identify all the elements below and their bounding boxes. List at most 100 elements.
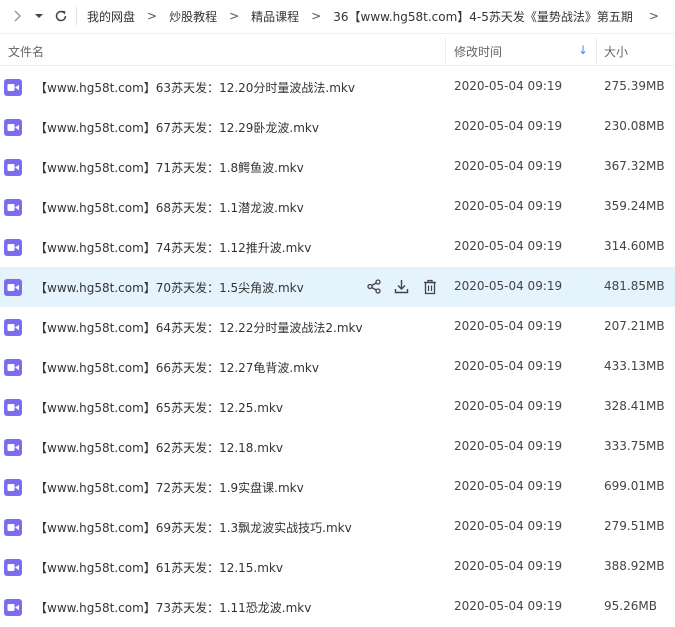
video-file-icon <box>4 199 22 216</box>
file-modified-time: 2020-05-04 09:19 <box>454 79 563 93</box>
breadcrumb-item[interactable]: 精品课程 <box>247 8 303 25</box>
file-size: 367.32MB <box>604 159 665 173</box>
file-size: 207.21MB <box>604 319 665 333</box>
file-row[interactable]: 【www.hg58t.com】63苏天发：12.20分时量波战法.mkv 2020… <box>0 67 675 107</box>
file-size: 230.08MB <box>604 119 665 133</box>
file-row[interactable]: 【www.hg58t.com】68苏天发：1.1潜龙波.mkv 2020-05-0… <box>0 187 675 227</box>
file-row[interactable]: 【www.hg58t.com】61苏天发：12.15.mkv 2020-05-04… <box>0 547 675 587</box>
share-button[interactable] <box>365 277 382 296</box>
file-name[interactable]: 【www.hg58t.com】74苏天发：1.12推升波.mkv <box>35 239 311 256</box>
file-row[interactable]: 【www.hg58t.com】74苏天发：1.12推升波.mkv 2020-05-… <box>0 227 675 267</box>
file-row[interactable]: 【www.hg58t.com】66苏天发：12.27龟背波.mkv 2020-05… <box>0 347 675 387</box>
file-row[interactable]: 【www.hg58t.com】62苏天发：12.18.mkv 2020-05-04… <box>0 427 675 467</box>
video-file-icon <box>4 559 22 576</box>
file-size: 275.39MB <box>604 79 665 93</box>
breadcrumb-item[interactable]: 炒股教程 <box>165 8 221 25</box>
file-row[interactable]: 【www.hg58t.com】73苏天发：1.11恐龙波.mkv 2020-05-… <box>0 587 675 627</box>
video-file-icon <box>4 79 22 96</box>
column-header-time[interactable]: 修改时间 <box>454 43 502 60</box>
file-name[interactable]: 【www.hg58t.com】65苏天发：12.25.mkv <box>35 399 283 416</box>
file-size: 328.41MB <box>604 399 665 413</box>
breadcrumb-separator: > <box>229 9 240 23</box>
file-modified-time: 2020-05-04 09:19 <box>454 119 563 133</box>
download-button[interactable] <box>393 277 410 296</box>
file-row[interactable]: 【www.hg58t.com】69苏天发：1.3飘龙波实战技巧.mkv 2020-… <box>0 507 675 547</box>
column-header-name[interactable]: 文件名 <box>8 43 44 60</box>
file-size: 314.60MB <box>604 239 665 253</box>
file-name[interactable]: 【www.hg58t.com】66苏天发：12.27龟背波.mkv <box>35 359 319 376</box>
file-row[interactable]: 【www.hg58t.com】64苏天发：12.22分时量波战法2.mkv 202… <box>0 307 675 347</box>
file-name[interactable]: 【www.hg58t.com】67苏天发：12.29卧龙波.mkv <box>35 119 319 136</box>
file-row[interactable]: 【www.hg58t.com】70苏天发：1.5尖角波.mkv 2020-05-0… <box>0 267 675 307</box>
file-name[interactable]: 【www.hg58t.com】72苏天发：1.9实盘课.mkv <box>35 479 304 496</box>
share-icon <box>366 279 381 294</box>
video-file-icon <box>4 119 22 136</box>
delete-button[interactable] <box>421 277 438 296</box>
video-file-icon <box>4 599 22 616</box>
column-header-size[interactable]: 大小 <box>604 43 628 60</box>
file-row[interactable]: 【www.hg58t.com】65苏天发：12.25.mkv 2020-05-04… <box>0 387 675 427</box>
file-name[interactable]: 【www.hg58t.com】62苏天发：12.18.mkv <box>35 439 283 456</box>
refresh-button[interactable] <box>50 0 72 32</box>
file-size: 359.24MB <box>604 199 665 213</box>
column-divider[interactable] <box>445 38 446 64</box>
breadcrumb-item[interactable]: 我的网盘 <box>83 8 139 25</box>
video-file-icon <box>4 359 22 376</box>
video-file-icon <box>4 399 22 416</box>
file-modified-time: 2020-05-04 09:19 <box>454 399 563 413</box>
file-list: 【www.hg58t.com】63苏天发：12.20分时量波战法.mkv 2020… <box>0 67 675 627</box>
file-size: 388.92MB <box>604 559 665 573</box>
file-name[interactable]: 【www.hg58t.com】61苏天发：12.15.mkv <box>35 559 283 576</box>
file-modified-time: 2020-05-04 09:19 <box>454 559 563 573</box>
video-file-icon <box>4 519 22 536</box>
video-file-icon <box>4 279 22 296</box>
file-name[interactable]: 【www.hg58t.com】71苏天发：1.8鳄鱼波.mkv <box>35 159 304 176</box>
chevron-right-icon <box>14 10 21 22</box>
video-file-icon <box>4 239 22 256</box>
file-modified-time: 2020-05-04 09:19 <box>454 439 563 453</box>
history-dropdown-button[interactable] <box>28 0 50 32</box>
file-modified-time: 2020-05-04 09:19 <box>454 199 563 213</box>
file-size: 279.51MB <box>604 519 665 533</box>
forward-button[interactable] <box>6 0 28 32</box>
breadcrumb-separator: > <box>311 9 322 23</box>
column-divider[interactable] <box>596 38 597 64</box>
toolbar-divider <box>76 7 77 25</box>
file-row[interactable]: 【www.hg58t.com】72苏天发：1.9实盘课.mkv 2020-05-0… <box>0 467 675 507</box>
file-row[interactable]: 【www.hg58t.com】67苏天发：12.29卧龙波.mkv 2020-05… <box>0 107 675 147</box>
breadcrumb-expand-arrow[interactable]: > <box>641 9 667 23</box>
video-file-icon <box>4 479 22 496</box>
file-list-header: 文件名 修改时间 ↓ 大小 <box>0 33 675 66</box>
file-name[interactable]: 【www.hg58t.com】63苏天发：12.20分时量波战法.mkv <box>35 79 355 96</box>
file-name[interactable]: 【www.hg58t.com】70苏天发：1.5尖角波.mkv <box>35 279 304 296</box>
navigation-bar: 我的网盘 > 炒股教程 > 精品课程 >36【www.hg58t.com】4-5苏天发《量… <box>0 0 675 32</box>
file-name[interactable]: 【www.hg58t.com】68苏天发：1.1潜龙波.mkv <box>35 199 304 216</box>
trash-icon <box>423 279 436 294</box>
video-file-icon <box>4 159 22 176</box>
breadcrumb: 我的网盘 > 炒股教程 > 精品课程 >36【www.hg58t.com】4-5苏天发《量… <box>83 8 637 25</box>
file-size: 95.26MB <box>604 599 657 613</box>
file-size: 433.13MB <box>604 359 665 373</box>
file-modified-time: 2020-05-04 09:19 <box>454 239 563 253</box>
refresh-icon <box>55 10 67 22</box>
row-actions <box>365 277 438 296</box>
caret-down-icon <box>35 14 43 18</box>
file-modified-time: 2020-05-04 09:19 <box>454 519 563 533</box>
file-size: 333.75MB <box>604 439 665 453</box>
video-file-icon <box>4 439 22 456</box>
video-file-icon <box>4 319 22 336</box>
file-row[interactable]: 【www.hg58t.com】71苏天发：1.8鳄鱼波.mkv 2020-05-0… <box>0 147 675 187</box>
breadcrumb-separator: > <box>147 9 158 23</box>
file-modified-time: 2020-05-04 09:19 <box>454 159 563 173</box>
file-modified-time: 2020-05-04 09:19 <box>454 279 563 293</box>
file-name[interactable]: 【www.hg58t.com】69苏天发：1.3飘龙波实战技巧.mkv <box>35 519 352 536</box>
file-modified-time: 2020-05-04 09:19 <box>454 359 563 373</box>
file-size: 481.85MB <box>604 279 665 293</box>
file-modified-time: 2020-05-04 09:19 <box>454 319 563 333</box>
file-size: 699.01MB <box>604 479 665 493</box>
sort-descending-icon[interactable]: ↓ <box>578 43 588 57</box>
file-name[interactable]: 【www.hg58t.com】73苏天发：1.11恐龙波.mkv <box>35 599 311 616</box>
breadcrumb-item[interactable]: 36【www.hg58t.com】4-5苏天发《量势战法》第五期 <box>329 8 637 25</box>
file-name[interactable]: 【www.hg58t.com】64苏天发：12.22分时量波战法2.mkv <box>35 319 363 336</box>
file-modified-time: 2020-05-04 09:19 <box>454 599 563 613</box>
